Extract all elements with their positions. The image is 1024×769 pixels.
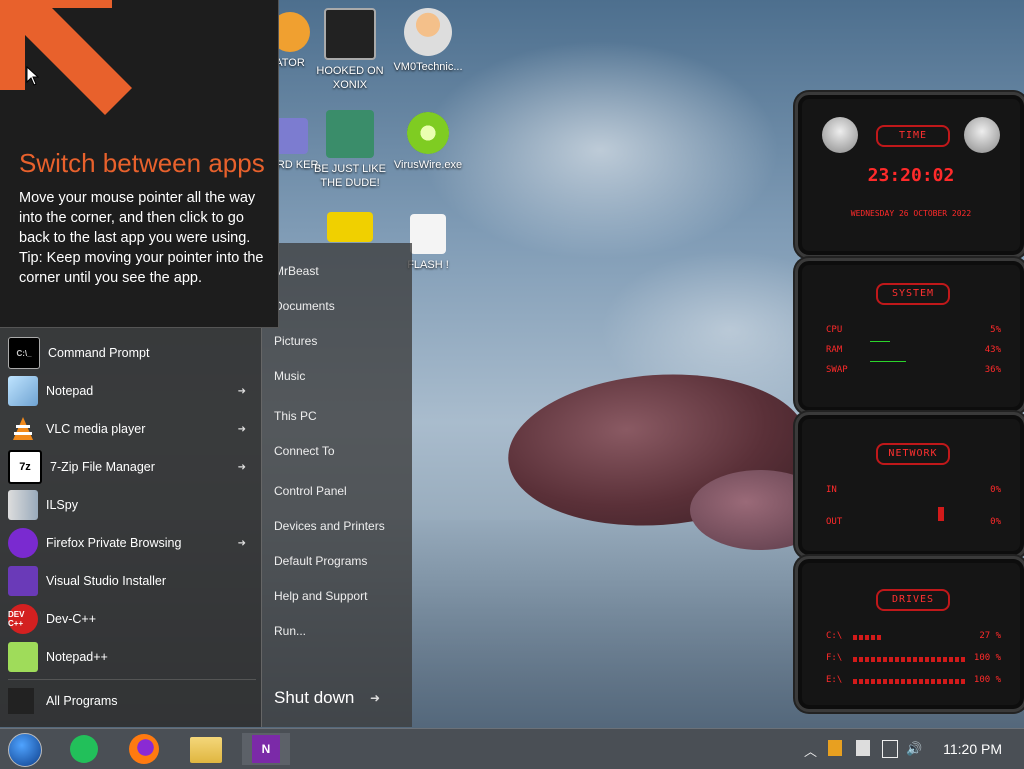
switch-apps-tip: Switch between apps Move your mouse poin… [0, 0, 279, 328]
widget-title: SYSTEM [876, 283, 950, 305]
program-vs-installer[interactable]: Visual Studio Installer [8, 563, 256, 599]
widget-title: TIME [876, 125, 950, 147]
corner-arrow-icon [0, 0, 132, 115]
flag-error-icon[interactable] [856, 740, 870, 756]
vlc-icon [8, 414, 38, 444]
program-notepadpp[interactable]: Notepad++ [8, 639, 256, 675]
flag-icon[interactable] [828, 740, 842, 756]
link-music[interactable]: Music [274, 369, 305, 383]
link-run[interactable]: Run... [274, 624, 306, 638]
link-default-programs[interactable]: Default Programs [274, 554, 367, 568]
widget-network: NETWORK IN 0% OUT 0% [795, 412, 1024, 558]
onenote-icon[interactable]: N [242, 733, 290, 765]
file-explorer-icon[interactable] [190, 733, 224, 765]
vs-installer-icon [8, 566, 38, 596]
widget-drives: DRIVES C:\ 27 % F:\ 100 % E:\ 100 % [795, 556, 1024, 712]
cmd-icon: C:\_ [8, 337, 40, 369]
system-row-ram: RAM 43% [826, 345, 1001, 355]
start-orb-icon[interactable] [8, 733, 42, 767]
drive-e-bar [853, 679, 965, 684]
desktop-icon-partial[interactable] [310, 212, 390, 246]
swap-graph [870, 361, 906, 362]
widget-time: TIME 23:20:02 WEDNESDAY 26 OCTOBER 2022 [795, 92, 1024, 258]
system-row-cpu: CPU 5% [826, 325, 1001, 335]
program-devcpp[interactable]: DEV C++ Dev-C++ [8, 601, 256, 637]
lime-icon [407, 112, 449, 154]
volume-icon[interactable]: 🔊 [906, 741, 922, 757]
link-help-support[interactable]: Help and Support [274, 589, 367, 603]
taskbar: N ︿ 🔊 11:20 PM [0, 728, 1024, 769]
program-firefox-private[interactable]: Firefox Private Browsing ➜ [8, 525, 256, 561]
desktop-icon-vm0technic[interactable]: VM0Technic... [388, 8, 468, 74]
elf-icon [326, 110, 374, 158]
network-out-bar [938, 507, 944, 521]
network-row-out: OUT 0% [826, 517, 1001, 527]
submenu-arrow-icon[interactable]: ➜ [238, 386, 246, 397]
ram-graph [870, 341, 890, 342]
chevron-up-icon[interactable]: ︿ [804, 741, 817, 760]
widget-title: NETWORK [876, 443, 950, 465]
doctor-icon [404, 8, 452, 56]
drive-c-bar [853, 635, 881, 640]
network-icon[interactable] [882, 740, 898, 758]
alien-icon [964, 117, 1000, 153]
alien-icon [822, 117, 858, 153]
firefox-private-icon [8, 528, 38, 558]
tip-title: Switch between apps [19, 148, 265, 178]
green-chat-icon[interactable] [68, 733, 102, 765]
link-control-panel[interactable]: Control Panel [274, 484, 347, 498]
devcpp-icon: DEV C++ [8, 604, 38, 634]
wallpaper-cloud [420, 40, 780, 260]
shutdown-options-icon[interactable]: ➜ [370, 691, 380, 705]
notepadpp-icon [8, 642, 38, 672]
desktop-icon-hooked-on-xonix[interactable]: HOOKED ON XONIX [310, 8, 390, 92]
widget-date: WEDNESDAY 26 OCTOBER 2022 [850, 209, 972, 218]
link-devices-printers[interactable]: Devices and Printers [274, 519, 385, 533]
network-row-in: IN 0% [826, 485, 1001, 495]
link-pictures[interactable]: Pictures [274, 334, 317, 348]
widget-title: DRIVES [876, 589, 950, 611]
link-this-pc[interactable]: This PC [274, 409, 317, 423]
shutdown-button[interactable]: Shut down [274, 688, 354, 708]
program-command-prompt[interactable]: C:\_ Command Prompt [8, 335, 256, 371]
notepad-icon [8, 376, 38, 406]
app-icon [327, 212, 373, 242]
all-programs-button[interactable]: All Programs [8, 679, 256, 718]
submenu-arrow-icon[interactable]: ➜ [238, 462, 246, 473]
desktop-icon-viruswire[interactable]: VirusWire.exe [388, 112, 468, 172]
desktop-icon-dude[interactable]: BE JUST LIKE THE DUDE! [310, 110, 390, 190]
link-mrbeast[interactable]: MrBeast [274, 264, 319, 278]
firefox-icon[interactable] [128, 733, 162, 765]
game-icon [324, 8, 376, 60]
submenu-arrow-icon[interactable]: ➜ [238, 538, 246, 549]
ilspy-icon [8, 490, 38, 520]
program-7zip[interactable]: 7z 7-Zip File Manager ➜ [8, 449, 256, 485]
all-programs-icon [8, 688, 34, 714]
7zip-icon: 7z [8, 450, 42, 484]
program-notepad[interactable]: Notepad ➜ [8, 373, 256, 409]
flash-icon [410, 214, 446, 254]
drive-f-bar [853, 657, 965, 662]
link-documents[interactable]: Documents [274, 299, 335, 313]
submenu-arrow-icon[interactable]: ➜ [238, 424, 246, 435]
tip-body: Move your mouse pointer all the way into… [19, 190, 264, 286]
link-connect-to[interactable]: Connect To [274, 444, 335, 458]
program-vlc[interactable]: VLC media player ➜ [8, 411, 256, 447]
program-ilspy[interactable]: ILSpy [8, 487, 256, 523]
mouse-cursor-icon [26, 66, 40, 86]
widget-system: SYSTEM CPU 5% RAM 43% SWAP 36% [795, 258, 1024, 414]
system-row-swap: SWAP 36% [826, 365, 1001, 375]
widget-clock: 23:20:02 [867, 165, 955, 186]
taskbar-clock[interactable]: 11:20 PM [943, 741, 1002, 757]
